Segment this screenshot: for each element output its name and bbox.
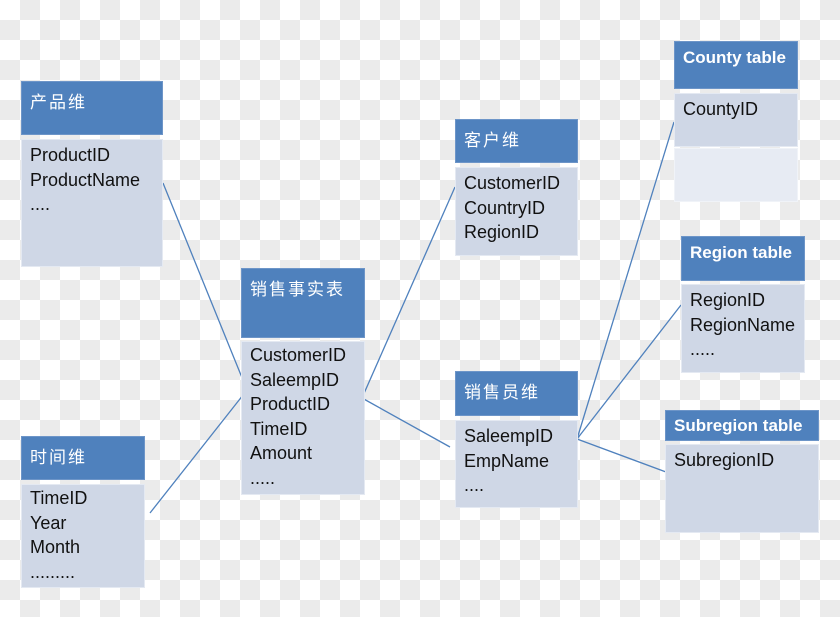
- table-region[interactable]: Region table RegionID RegionName .....: [681, 236, 805, 373]
- field: ProductID: [250, 394, 331, 415]
- field: SaleempID: [464, 426, 554, 446]
- field: ....: [30, 194, 51, 215]
- table-body: CountyID: [674, 93, 798, 147]
- table-body: TimeID Year Month .........: [21, 484, 145, 588]
- field: .....: [250, 467, 276, 488]
- table-title: Subregion table: [674, 416, 803, 435]
- field: EmpName: [464, 450, 550, 471]
- field: Year: [30, 512, 67, 533]
- field: RegionName: [690, 314, 796, 335]
- table-body: SubregionID: [665, 444, 819, 533]
- table-salesperson-dimension[interactable]: 销售员维 SaleempID EmpName ....: [455, 371, 578, 508]
- field: .........: [30, 561, 76, 582]
- table-subregion[interactable]: Subregion table SubregionID: [665, 410, 819, 533]
- table-title: 产品维: [30, 93, 87, 113]
- table-body: RegionID RegionName .....: [681, 284, 805, 373]
- field: ....: [464, 475, 485, 496]
- table-body: CustomerID SaleempID ProductID TimeID Am…: [241, 341, 365, 495]
- link-salesperson-subregion: [576, 438, 667, 473]
- field: RegionID: [464, 222, 540, 243]
- field: ProductID: [30, 145, 111, 165]
- link-time-fact: [149, 389, 248, 514]
- table-title: 销售员维: [464, 383, 540, 403]
- table-header: County table: [674, 41, 798, 89]
- table-header: 客户维: [455, 119, 578, 163]
- table-body: SaleempID EmpName ....: [455, 420, 578, 508]
- table-title: 时间维: [30, 448, 87, 468]
- table-header: 销售事实表: [241, 268, 365, 338]
- link-product-fact: [162, 182, 248, 391]
- table-header: 销售员维: [455, 371, 578, 416]
- table-body: ProductID ProductName ....: [21, 139, 163, 267]
- link-fact-customer: [361, 186, 456, 399]
- field: ProductName: [30, 169, 141, 190]
- field: CountryID: [464, 197, 546, 218]
- table-time-dimension[interactable]: 时间维 TimeID Year Month .........: [21, 436, 145, 588]
- table-header: Subregion table: [665, 410, 819, 441]
- table-header: 时间维: [21, 436, 145, 480]
- table-title: 客户维: [464, 131, 521, 151]
- field: SubregionID: [674, 450, 775, 470]
- table-empty-row: [674, 148, 798, 202]
- table-county[interactable]: County table CountyID: [674, 41, 798, 202]
- table-product-dimension[interactable]: 产品维 ProductID ProductName ....: [21, 81, 163, 267]
- table-title: County table: [683, 48, 786, 67]
- field: TimeID: [30, 488, 88, 508]
- field: Amount: [250, 443, 313, 464]
- table-sales-fact[interactable]: 销售事实表 CustomerID SaleempID ProductID Tim…: [241, 268, 365, 495]
- table-title: 销售事实表: [250, 280, 345, 300]
- field: TimeID: [250, 418, 308, 439]
- table-body: CustomerID CountryID RegionID: [455, 167, 578, 256]
- field: .....: [690, 339, 716, 360]
- field: CustomerID: [464, 173, 561, 193]
- table-customer-dimension[interactable]: 客户维 CustomerID CountryID RegionID: [455, 119, 578, 256]
- field: Month: [30, 537, 81, 558]
- table-header: 产品维: [21, 81, 163, 135]
- field: SaleempID: [250, 369, 340, 390]
- link-fact-salesperson: [361, 397, 451, 448]
- table-title: Region table: [690, 243, 793, 262]
- table-header: Region table: [681, 236, 805, 281]
- field: RegionID: [690, 290, 766, 310]
- field: CountyID: [683, 99, 759, 119]
- link-salesperson-county: [576, 121, 675, 440]
- field: CustomerID: [250, 345, 347, 365]
